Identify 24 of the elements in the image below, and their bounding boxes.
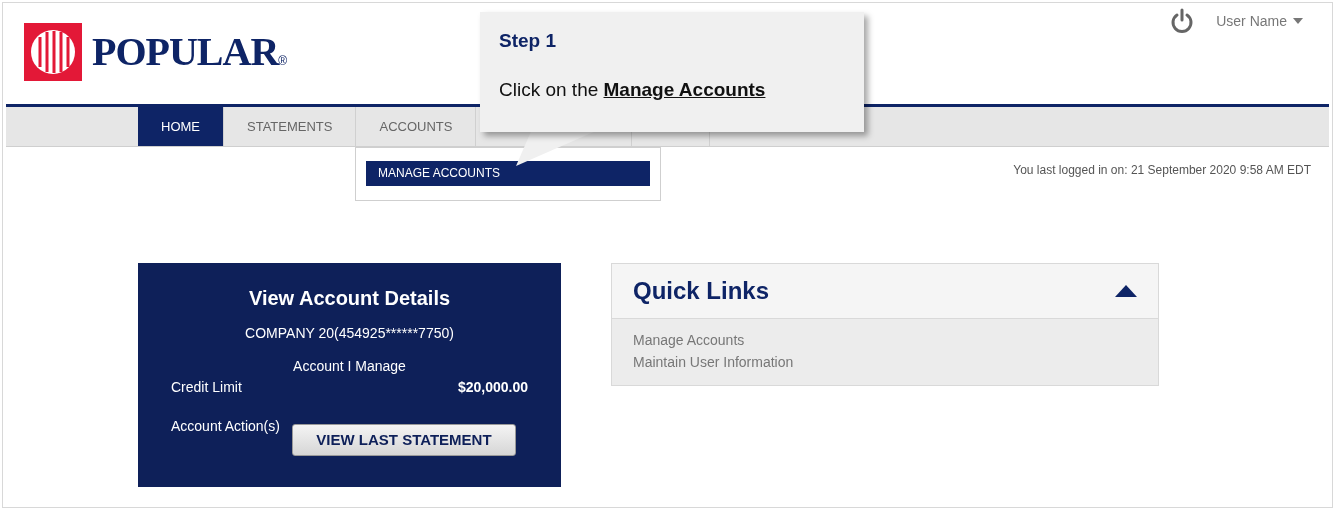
credit-limit-label: Credit Limit [171,378,242,397]
user-menu[interactable]: User Name [1216,10,1303,32]
caret-icon [1293,18,1303,24]
collapse-icon[interactable] [1115,285,1137,297]
card-title: View Account Details [247,286,452,311]
panel-title: Quick Links [633,276,770,306]
account-role: Account I Manage [292,357,407,376]
account-number: COMPANY 20(454925******7750) [244,324,455,343]
callout-text: Click on the Manage Accounts [499,77,767,102]
nav-tab[interactable]: HOME [138,107,224,146]
quick-link[interactable]: Manage Accounts [633,329,745,351]
nav-tab[interactable]: ACCOUNTS [356,107,477,146]
view-statement-button[interactable]: VIEW LAST STATEMENT [291,424,516,456]
credit-limit-value: $20,000.00 [457,378,528,397]
callout-title: Step 1 [499,29,558,53]
power-icon[interactable] [1170,8,1195,34]
logo-emblem-icon [24,23,82,81]
brand-name: POPULAR [92,28,279,76]
nav-tab[interactable]: STATEMENTS [224,107,357,146]
quick-link[interactable]: Maintain User Information [633,351,794,373]
actions-label: Account Action(s) [171,417,280,436]
registered-mark: ® [278,54,288,70]
last-login-text: You last logged in on: 21 September 2020 9:58 AM EDT [1013,162,1311,179]
dropdown-item[interactable]: MANAGE ACCOUNTS [366,160,650,186]
